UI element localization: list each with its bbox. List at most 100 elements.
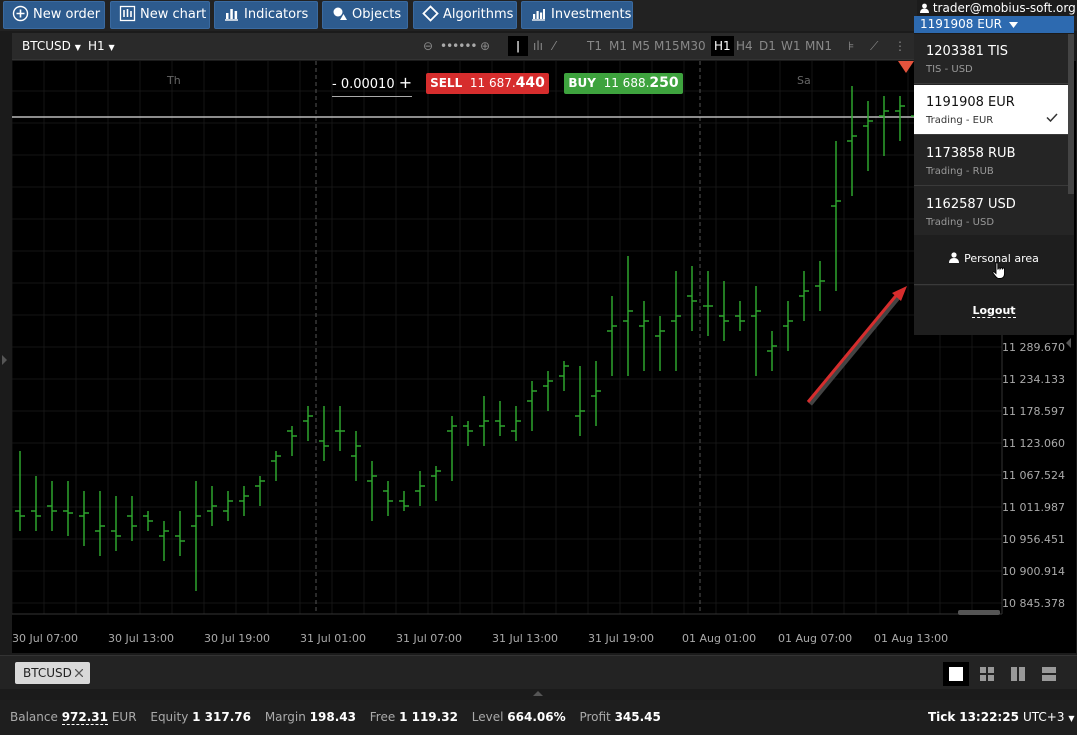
timeframe-h1[interactable]: H1 [711,36,734,56]
timeframe-mn1[interactable]: MN1 [805,33,832,60]
chart-tab[interactable]: BTCUSD [15,662,90,684]
layout-vertical-split-icon[interactable] [1005,662,1031,686]
investments-button[interactable]: Investments [521,1,633,29]
x-axis-label: 31 Jul 01:00 [300,632,366,645]
layout-grid-icon[interactable] [974,662,1000,686]
interval-selector[interactable]: H1 ▼ [88,33,115,60]
user-email[interactable]: trader@mobius-soft.org [917,0,1077,16]
account-option[interactable]: 1162587 USD Trading - USD [914,187,1068,237]
layout-horizontal-split-icon[interactable] [1036,662,1062,686]
y-axis-label: 10 956.451 [1002,533,1065,546]
algorithms-button[interactable]: Algorithms [413,1,517,29]
account-option[interactable]: 1173858 RUB Trading - RUB [914,136,1068,186]
x-axis-label: 31 Jul 19:00 [588,632,654,645]
buy-button[interactable]: BUY 11 688.250 [564,73,683,94]
expand-panel-icon[interactable] [533,691,543,696]
balance-value[interactable]: 972.31 [61,710,108,725]
logout-button[interactable]: Logout [914,286,1074,335]
y-axis-label: 11 178.597 [1002,405,1065,418]
account-option[interactable]: 1203381 TIS TIS - USD [914,34,1068,84]
caret-down-icon: ▼ [1068,714,1075,723]
caret-down-icon: ▼ [74,43,81,52]
day-label: Sa [797,74,811,87]
timeframe-t1[interactable]: T1 [587,33,602,60]
horizontal-scrollbar[interactable] [958,610,1000,615]
hand-cursor-icon [992,262,1005,279]
bar-chart-type-icon[interactable]: ǀ [508,36,528,56]
x-axis-label: 31 Jul 13:00 [492,632,558,645]
timeframe-m30[interactable]: M30 [680,33,706,60]
tick-time: Tick 13:22:25 [928,710,1019,724]
chart-toolbar: BTCUSD ▼ H1 ▼ ⊖ •••••• ⊕ ǀ ılı ⁄ T1 M1 M5 M… [12,33,914,60]
user-icon [920,3,929,13]
new-chart-button[interactable]: New chart [110,1,210,29]
arrow-annotation-shadow [808,292,903,406]
y-axis-label: 11 123.060 [1002,437,1065,450]
lot-size-stepper[interactable]: - 0.00010 + [332,73,412,97]
checkmark-icon [1046,113,1058,122]
trading-terminal: New order New chart Indicators Objects A… [0,0,1077,735]
timeframe-m1[interactable]: M1 [609,33,627,60]
y-axis-label: 11 067.524 [1002,469,1065,482]
y-axis-label: 11 289.670 [1002,341,1065,354]
equity-value: 1 317.76 [192,710,251,724]
timeframe-h4[interactable]: H4 [736,33,753,60]
new-order-button[interactable]: New order [3,1,105,29]
increase-lot-button[interactable]: + [399,73,412,92]
account-option-selected[interactable]: 1191908 EUR Trading - EUR [914,85,1068,135]
personal-area-button[interactable]: Personal area [914,235,1074,285]
decrease-lot-button[interactable]: - [332,77,337,92]
price-marker [898,61,914,73]
y-axis-label: 11 234.133 [1002,373,1065,386]
zoom-slider[interactable]: •••••• [440,33,477,60]
left-panel-toggle-icon[interactable] [2,355,7,365]
caret-down-icon: ▼ [108,43,115,52]
caret-down-icon [1008,22,1018,28]
grid-settings-icon[interactable]: ⊧ [848,33,854,60]
timeframe-w1[interactable]: W1 [781,33,801,60]
bar-chart-icon [225,9,238,21]
x-axis-label: 01 Aug 07:00 [778,632,853,645]
x-axis-label: 30 Jul 07:00 [12,632,78,645]
timezone-selector[interactable]: UTC+3 ▼ [1023,700,1074,735]
shapes-icon [333,7,347,20]
close-icon[interactable] [75,669,83,677]
account-selector[interactable]: 1191908 EUR [914,16,1074,33]
plus-circle-icon [12,5,29,22]
line-chart-type-icon[interactable]: ⁄ [553,33,555,60]
layout-single-icon[interactable] [943,662,969,686]
free-margin-value: 1 119.32 [399,710,458,724]
user-icon [949,252,960,263]
zoom-in-icon[interactable]: ⊕ [480,33,490,60]
timeframe-m15[interactable]: M15 [654,33,680,60]
lot-value[interactable]: 0.00010 [341,77,395,92]
more-options-icon[interactable]: ⋮ [894,33,906,60]
timeframe-d1[interactable]: D1 [759,33,776,60]
objects-button[interactable]: Objects [322,1,408,29]
margin-value: 198.43 [309,710,356,724]
chart-icon [119,5,136,22]
x-axis-label: 01 Aug 13:00 [874,632,949,645]
x-axis-label: 31 Jul 07:00 [396,632,462,645]
chart-tabs-bar: BTCUSD [0,655,1077,689]
dropdown-scrollbar[interactable] [1068,34,1074,194]
investments-icon [532,9,545,21]
symbol-selector[interactable]: BTCUSD ▼ [22,33,81,60]
x-axis-label: 30 Jul 13:00 [108,632,174,645]
x-axis-label: 30 Jul 19:00 [204,632,270,645]
y-axis-label: 10 845.378 [1002,597,1065,610]
draw-line-icon[interactable]: ⟋ [870,33,878,60]
indicators-button[interactable]: Indicators [214,1,318,29]
diamond-icon [422,5,439,22]
timeframe-m5[interactable]: M5 [632,33,650,60]
account-dropdown: 1203381 TIS TIS - USD 1191908 EUR Tradin… [914,34,1074,335]
right-panel-toggle-icon[interactable] [1066,338,1071,348]
day-label: Th [167,74,181,87]
zoom-out-icon[interactable]: ⊖ [423,33,433,60]
account-status-bar: Balance 972.31 EUR Equity 1 317.76 Margi… [0,700,1077,735]
y-axis-label: 11 011.987 [1002,501,1065,514]
candle-chart-type-icon[interactable]: ılı [533,33,543,60]
sell-button[interactable]: SELL 11 687.440 [426,73,549,94]
y-axis-label: 10 900.914 [1002,565,1065,578]
margin-level-value: 664.06% [507,710,566,724]
